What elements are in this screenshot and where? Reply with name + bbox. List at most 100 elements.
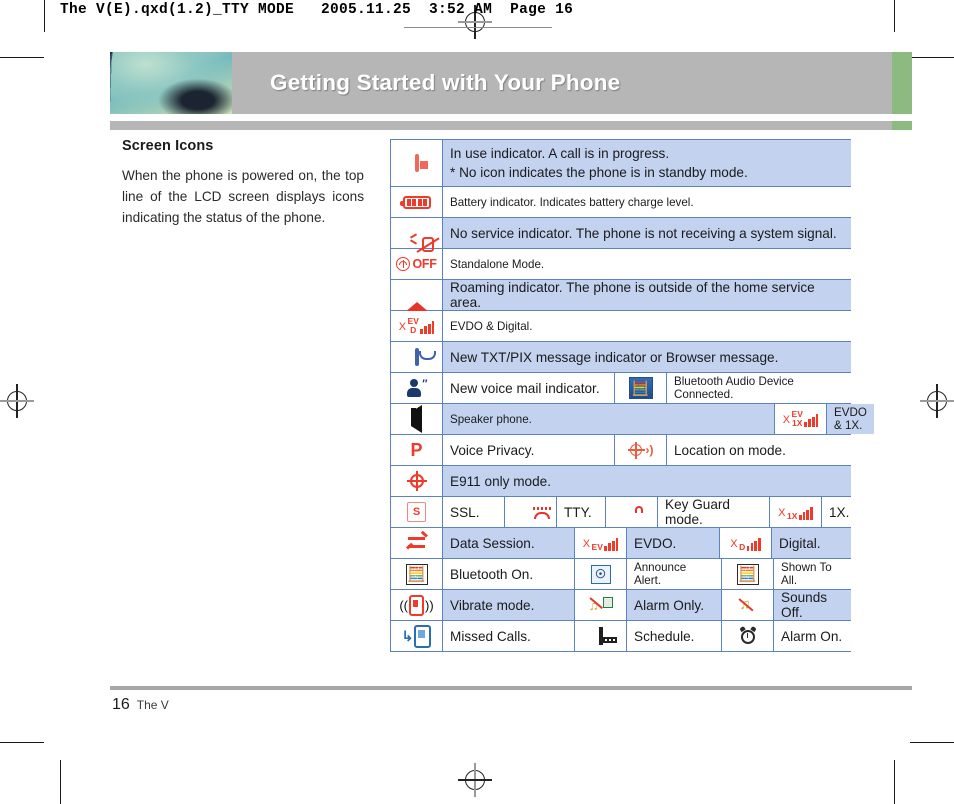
voice-mail-icon: ″ [391, 373, 443, 403]
standalone-off-icon: OFF [391, 249, 443, 279]
phone-in-use-icon [391, 140, 443, 186]
table-cell-text: TTY. [557, 497, 606, 527]
table-cell-text: Voice Privacy. [443, 435, 615, 465]
crop-mark-top-left [44, 0, 46, 32]
crop-mark-left-upper [0, 57, 44, 59]
table-cell-text: Bluetooth On. [443, 559, 575, 589]
table-row: ″ New voice mail indicator. 🧮 Bluetooth Aud… [391, 373, 851, 404]
table-row: S SSL. TTY. Key Guard mode. X 1X 1X. [391, 497, 857, 528]
crop-mark-right-upper [910, 57, 954, 59]
table-row: E911 only mode. [391, 466, 851, 497]
table-cell-text: New TXT/PIX message indicator or Browser… [443, 342, 851, 372]
screen-icons-table: In use indicator. A call is in progress.… [390, 139, 874, 652]
schedule-calendar-icon [575, 621, 627, 651]
table-cell-text: Location on mode. [667, 435, 851, 465]
table-cell-text: Alarm Only. [627, 590, 722, 620]
speaker-phone-icon [391, 404, 443, 434]
location-on-icon: ›) [615, 435, 667, 465]
table-row: New TXT/PIX message indicator or Browser… [391, 342, 851, 373]
page-number: 16 [112, 696, 130, 713]
prepress-header-rule [404, 27, 552, 28]
table-cell-text: Announce Alert. [627, 559, 722, 589]
table-cell-text: 1X. [822, 497, 857, 527]
vibrate-mode-icon: (()) [391, 590, 443, 620]
table-cell-text: Speaker phone. [443, 404, 775, 434]
page-title: Getting Started with Your Phone [270, 70, 621, 95]
table-cell-text: Alarm On. [774, 621, 851, 651]
signal-evdo-digital-icon: X EV D [391, 311, 443, 341]
crop-mark-right-lower [910, 742, 954, 744]
table-cell-text: Digital. [772, 528, 851, 558]
table-cell-text: Standalone Mode. [443, 249, 851, 279]
bluetooth-shown-to-all-icon: 🧮 [722, 559, 774, 589]
signal-evdo-1x-icon: X EV 1X [775, 404, 827, 434]
table-row: Battery indicator. Indicates battery cha… [391, 187, 851, 218]
signal-ev-icon: X EV [575, 528, 627, 558]
table-row: P Voice Privacy. ›) Location on mode. [391, 435, 851, 466]
bluetooth-audio-connected-icon: 🧮 [615, 373, 667, 403]
table-cell-text: Missed Calls. [443, 621, 575, 651]
table-cell-text: Key Guard mode. [658, 497, 770, 527]
prepress-header-text: The V(E).qxd(1.2)_TTY MODE 2005.11.25 3:… [60, 2, 574, 18]
table-row: X EV D EVDO & Digital. [391, 311, 851, 342]
announce-alert-icon: ☉ [575, 559, 627, 589]
table-row: No service indicator. The phone is not r… [391, 218, 851, 254]
signal-d-icon: XD [720, 528, 772, 558]
table-cell-text: Battery indicator. Indicates battery cha… [443, 187, 851, 217]
e911-crosshair-icon [391, 466, 443, 496]
sounds-off-icon: ♫ [722, 590, 774, 620]
table-row: In use indicator. A call is in progress.… [391, 140, 851, 187]
chapter-banner: Getting Started with Your Phone [110, 52, 912, 114]
table-cell-line-1: In use indicator. A call is in progress. [450, 146, 670, 161]
table-cell-text: Roaming indicator. The phone is outside … [443, 280, 851, 310]
table-row: OFF Standalone Mode. [391, 249, 851, 280]
banner-sub-rule [110, 121, 912, 130]
crop-mark-bottom-left [60, 760, 62, 804]
signal-1x-icon: X 1X [770, 497, 822, 527]
key-guard-lock-icon [606, 497, 658, 527]
table-cell-text: Schedule. [627, 621, 722, 651]
banner-thumbnail-image [110, 52, 232, 114]
section-heading: Screen Icons [122, 138, 214, 154]
table-cell-text: Sounds Off. [774, 590, 851, 620]
crop-mark-left-lower [0, 742, 44, 744]
no-service-icon [391, 218, 443, 254]
ssl-icon: S [391, 497, 443, 527]
table-cell-text: Vibrate mode. [443, 590, 575, 620]
banner-sub-rule-green-accent [892, 121, 912, 130]
voice-privacy-p-icon: P [391, 435, 443, 465]
table-cell-line-2: * No icon indicates the phone is in stan… [450, 165, 748, 180]
alarm-only-icon: ♫ [575, 590, 627, 620]
table-cell-text: In use indicator. A call is in progress.… [443, 140, 851, 186]
bluetooth-on-icon: 🧮 [391, 559, 443, 589]
table-row: 🧮 Bluetooth On. ☉ Announce Alert. 🧮 Shown To … [391, 559, 851, 590]
left-text-column: Screen Icons When the phone is powered o… [122, 138, 364, 228]
table-cell-text: Data Session. [443, 528, 575, 558]
registration-mark-right [920, 384, 954, 418]
table-row: Roaming indicator. The phone is outside … [391, 280, 851, 313]
section-body-text: When the phone is powered on, the top li… [122, 168, 364, 225]
crop-mark-top-right [894, 0, 896, 32]
alarm-on-icon [722, 621, 774, 651]
book-title: The V [136, 698, 169, 712]
table-cell-text: EVDO. [627, 528, 720, 558]
table-cell-text: SSL. [443, 497, 505, 527]
registration-mark-left [0, 384, 34, 418]
envelope-message-icon [391, 342, 443, 372]
registration-mark-bottom [458, 763, 492, 797]
data-session-arrows-icon [391, 528, 443, 558]
battery-icon [391, 187, 443, 217]
table-row: Data Session. X EV EVDO. X D Digital. [391, 528, 851, 559]
table-cell-text: EVDO & Digital. [443, 311, 851, 341]
table-row: ↳ Missed Calls. Schedule. Alarm On. [391, 621, 851, 652]
tty-icon [505, 497, 557, 527]
table-cell-text: EVDO & 1X. [827, 404, 874, 434]
table-cell-text: E911 only mode. [443, 466, 851, 496]
banner-green-accent [892, 52, 912, 114]
table-cell-text: No service indicator. The phone is not r… [443, 218, 851, 248]
footer: 16 The V [112, 696, 169, 714]
table-row: (())Vibrate mode.♫Alarm Only.♫Sounds Off… [391, 590, 851, 621]
missed-calls-icon: ↳ [391, 621, 443, 651]
roaming-triangle-icon [391, 280, 443, 313]
table-cell-text: New voice mail indicator. [443, 373, 615, 403]
